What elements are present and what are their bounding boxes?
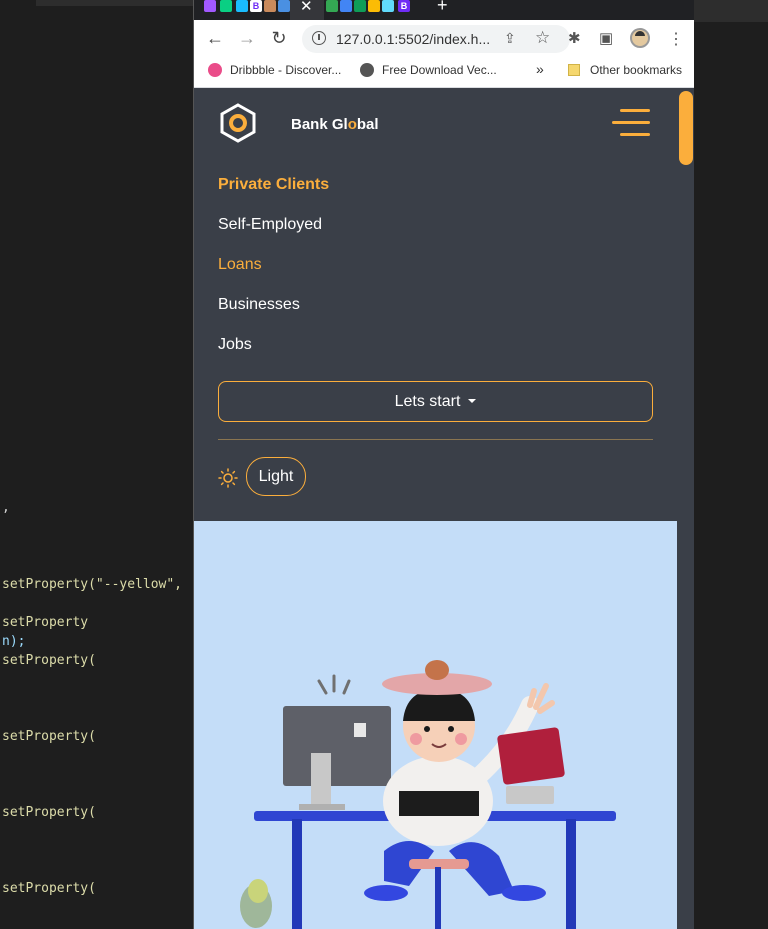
code-line: setProperty( bbox=[2, 805, 96, 820]
editor-tab-bar-right bbox=[694, 0, 768, 22]
hamburger-menu-icon[interactable] bbox=[612, 109, 650, 137]
monitor-shape bbox=[283, 706, 391, 786]
nav-item-businesses[interactable]: Businesses bbox=[218, 296, 300, 314]
hero-illustration bbox=[194, 521, 677, 929]
tab-icon[interactable] bbox=[368, 0, 380, 12]
bootstrap-tab-icon[interactable]: B bbox=[398, 0, 410, 12]
hexagon-logo-icon[interactable] bbox=[218, 103, 258, 143]
nav-item-jobs[interactable]: Jobs bbox=[218, 336, 252, 354]
dribbble-icon bbox=[208, 63, 222, 77]
star-icon[interactable]: ☆ bbox=[535, 28, 550, 48]
code-line: , bbox=[2, 500, 10, 515]
bookmark-item[interactable]: Free Download Vec... bbox=[360, 63, 497, 77]
brand-name[interactable]: Bank Global bbox=[291, 116, 379, 133]
nav-item-private-clients[interactable]: Private Clients bbox=[218, 176, 329, 194]
sun-icon bbox=[218, 468, 238, 488]
info-icon[interactable] bbox=[312, 31, 326, 45]
globe-icon bbox=[360, 63, 374, 77]
close-icon[interactable]: ✕ bbox=[300, 0, 313, 15]
bookmarks-bar: Dribbble - Discover... Free Download Vec… bbox=[194, 56, 694, 88]
folder-icon bbox=[568, 64, 580, 76]
bootstrap-tab-icon[interactable]: B bbox=[250, 0, 262, 12]
forward-icon[interactable]: → bbox=[237, 28, 257, 48]
caret-down-icon bbox=[468, 399, 477, 403]
other-bookmarks[interactable]: Other bookmarks bbox=[568, 63, 682, 77]
address-bar[interactable]: 127.0.0.1:5502/index.h... ⇪ ☆ bbox=[302, 25, 570, 53]
profile-avatar[interactable] bbox=[630, 28, 650, 48]
theme-toggle-button[interactable]: Light bbox=[246, 457, 306, 496]
code-line: n); bbox=[2, 634, 26, 649]
back-icon[interactable]: ← bbox=[205, 28, 225, 48]
lets-start-dropdown-button[interactable]: Lets start bbox=[218, 381, 653, 422]
avatar-tab-icon[interactable] bbox=[264, 0, 276, 12]
monitor-stand-shape bbox=[311, 753, 331, 809]
url-text[interactable]: 127.0.0.1:5502/index.h... bbox=[336, 31, 490, 47]
person-at-desk-illustration bbox=[240, 660, 616, 929]
share-icon[interactable]: ⇪ bbox=[504, 30, 516, 47]
browser-window: B ✕ B + ← → ↻ 127.0.0.1:5502/index.h... … bbox=[193, 0, 694, 929]
code-line: setProperty bbox=[2, 615, 89, 630]
divider bbox=[218, 439, 653, 440]
page-viewport: Bank Global Private Clients Self-Employe… bbox=[194, 89, 694, 929]
tab-icon[interactable] bbox=[326, 0, 338, 12]
bookmark-item[interactable]: Dribbble - Discover... bbox=[208, 63, 341, 77]
tab-icon[interactable] bbox=[278, 0, 290, 12]
menu-icon[interactable]: ⋮ bbox=[668, 29, 684, 49]
sticky-note-shape bbox=[354, 723, 366, 737]
laptop-shape bbox=[497, 727, 565, 785]
scrollbar-thumb[interactable] bbox=[679, 91, 693, 165]
tab-icon[interactable] bbox=[340, 0, 352, 12]
code-line: setProperty( bbox=[2, 729, 96, 744]
code-line: setProperty("--yellow", bbox=[2, 577, 183, 592]
tab-strip: B ✕ B + bbox=[194, 0, 694, 20]
editor-tab-bar bbox=[36, 0, 196, 6]
figma-tab-icon[interactable] bbox=[220, 0, 232, 12]
code-line: setProperty( bbox=[2, 881, 96, 896]
reload-icon[interactable]: ↻ bbox=[269, 28, 289, 48]
code-line: setProperty( bbox=[2, 653, 96, 668]
nav-item-self-employed[interactable]: Self-Employed bbox=[218, 216, 322, 234]
extensions-icon[interactable]: ✱ bbox=[568, 29, 581, 47]
nav-item-loans[interactable]: Loans bbox=[218, 256, 262, 274]
figma-tab-icon[interactable] bbox=[236, 0, 248, 12]
keyboard-shape bbox=[399, 791, 479, 816]
figma-tab-icon[interactable] bbox=[204, 0, 216, 12]
browser-toolbar: ← → ↻ 127.0.0.1:5502/index.h... ⇪ ☆ ✱ ▣ … bbox=[194, 20, 694, 56]
new-tab-button[interactable]: + bbox=[437, 0, 448, 16]
more-bookmarks-icon[interactable]: » bbox=[536, 61, 544, 77]
tab-icon[interactable] bbox=[354, 0, 366, 12]
react-tab-icon[interactable] bbox=[382, 0, 394, 12]
side-panel-icon[interactable]: ▣ bbox=[599, 29, 613, 47]
